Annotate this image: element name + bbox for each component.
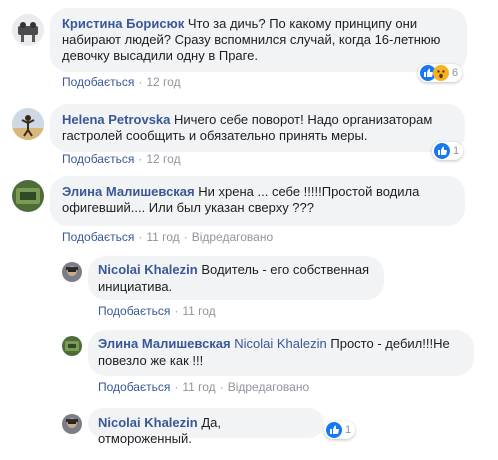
comment-author[interactable]: Кристина Борисюк [62, 16, 184, 31]
comment-bubble: Элина Малишевская Ни хрена ... себе !!!!… [50, 176, 465, 226]
reply-actions: Подобається · 11 год [98, 304, 216, 318]
reply-bubble: Nicolai Khalezin Водитель - его собствен… [88, 256, 384, 300]
reaction-count: 1 [453, 145, 460, 157]
avatar-image [62, 336, 82, 356]
comment-author[interactable]: Элина Малишевская [62, 184, 195, 199]
timestamp[interactable]: 11 год [182, 304, 215, 318]
like-icon [434, 143, 450, 159]
like-icon [326, 422, 342, 438]
timestamp[interactable]: 12 год [146, 75, 180, 89]
avatar[interactable] [12, 108, 44, 140]
like-link[interactable]: Подобається [98, 380, 170, 394]
comment-actions: Подобається · 12 год [62, 75, 181, 89]
wow-icon [433, 65, 449, 81]
avatar[interactable] [62, 262, 82, 282]
reply-author[interactable]: Nicolai Khalezin [98, 262, 198, 277]
avatar[interactable] [62, 414, 82, 434]
like-link[interactable]: Подобається [62, 75, 134, 89]
comment: Helena Petrovska Ничего себе поворот! На… [0, 96, 498, 166]
reaction-summary[interactable]: 1 [324, 421, 356, 439]
timestamp[interactable]: 11 год [182, 380, 215, 394]
comment: Кристина Борисюк Что за дичь? По какому … [0, 0, 498, 90]
avatar-image [12, 180, 44, 212]
comment: Элина Малишевская Ни хрена ... себе !!!!… [0, 172, 498, 248]
reaction-count: 1 [345, 424, 352, 436]
edited-label[interactable]: Відредаговано [192, 230, 273, 244]
reply-author[interactable]: Nicolai Khalezin [98, 415, 198, 430]
edited-label[interactable]: Відредаговано [228, 380, 309, 394]
reply: Nicolai Khalezin Водитель - его собствен… [0, 252, 498, 322]
reply: Nicolai Khalezin Да, отмороженный. 1 [0, 402, 498, 458]
timestamp[interactable]: 11 год [146, 230, 179, 244]
reply: Элина Малишевская Nicolai Khalezin Прост… [0, 326, 498, 398]
like-link[interactable]: Подобається [62, 152, 134, 166]
timestamp[interactable]: 12 год [146, 152, 180, 166]
reply-actions: Подобається · 11 год · Відредаговано [98, 380, 310, 394]
reply-bubble: Элина Малишевская Nicolai Khalezin Прост… [88, 330, 474, 376]
avatar[interactable] [12, 180, 44, 212]
comment-bubble: Кристина Борисюк Что за дичь? По какому … [50, 8, 467, 72]
avatar-image [12, 14, 44, 46]
avatar[interactable] [12, 14, 44, 46]
mention-link[interactable]: Nicolai Khalezin [234, 336, 327, 351]
reply-author[interactable]: Элина Малишевская [98, 336, 231, 351]
like-link[interactable]: Подобається [62, 230, 134, 244]
comment-author[interactable]: Helena Petrovska [62, 112, 170, 127]
reply-bubble: Nicolai Khalezin Да, отмороженный. [88, 408, 324, 446]
avatar[interactable] [62, 336, 82, 356]
reaction-count: 6 [452, 67, 459, 79]
reaction-summary[interactable]: 1 [432, 142, 464, 160]
comment-bubble: Helena Petrovska Ничего себе поворот! На… [50, 104, 465, 152]
comment-actions: Подобається · 12 год [62, 152, 181, 166]
avatar-image [62, 262, 82, 282]
reaction-summary[interactable]: 6 [418, 64, 463, 82]
like-link[interactable]: Подобається [98, 304, 170, 318]
avatar-image [12, 108, 44, 140]
comment-actions: Подобається · 11 год · Відредаговано [62, 230, 274, 244]
avatar-image [62, 414, 82, 434]
